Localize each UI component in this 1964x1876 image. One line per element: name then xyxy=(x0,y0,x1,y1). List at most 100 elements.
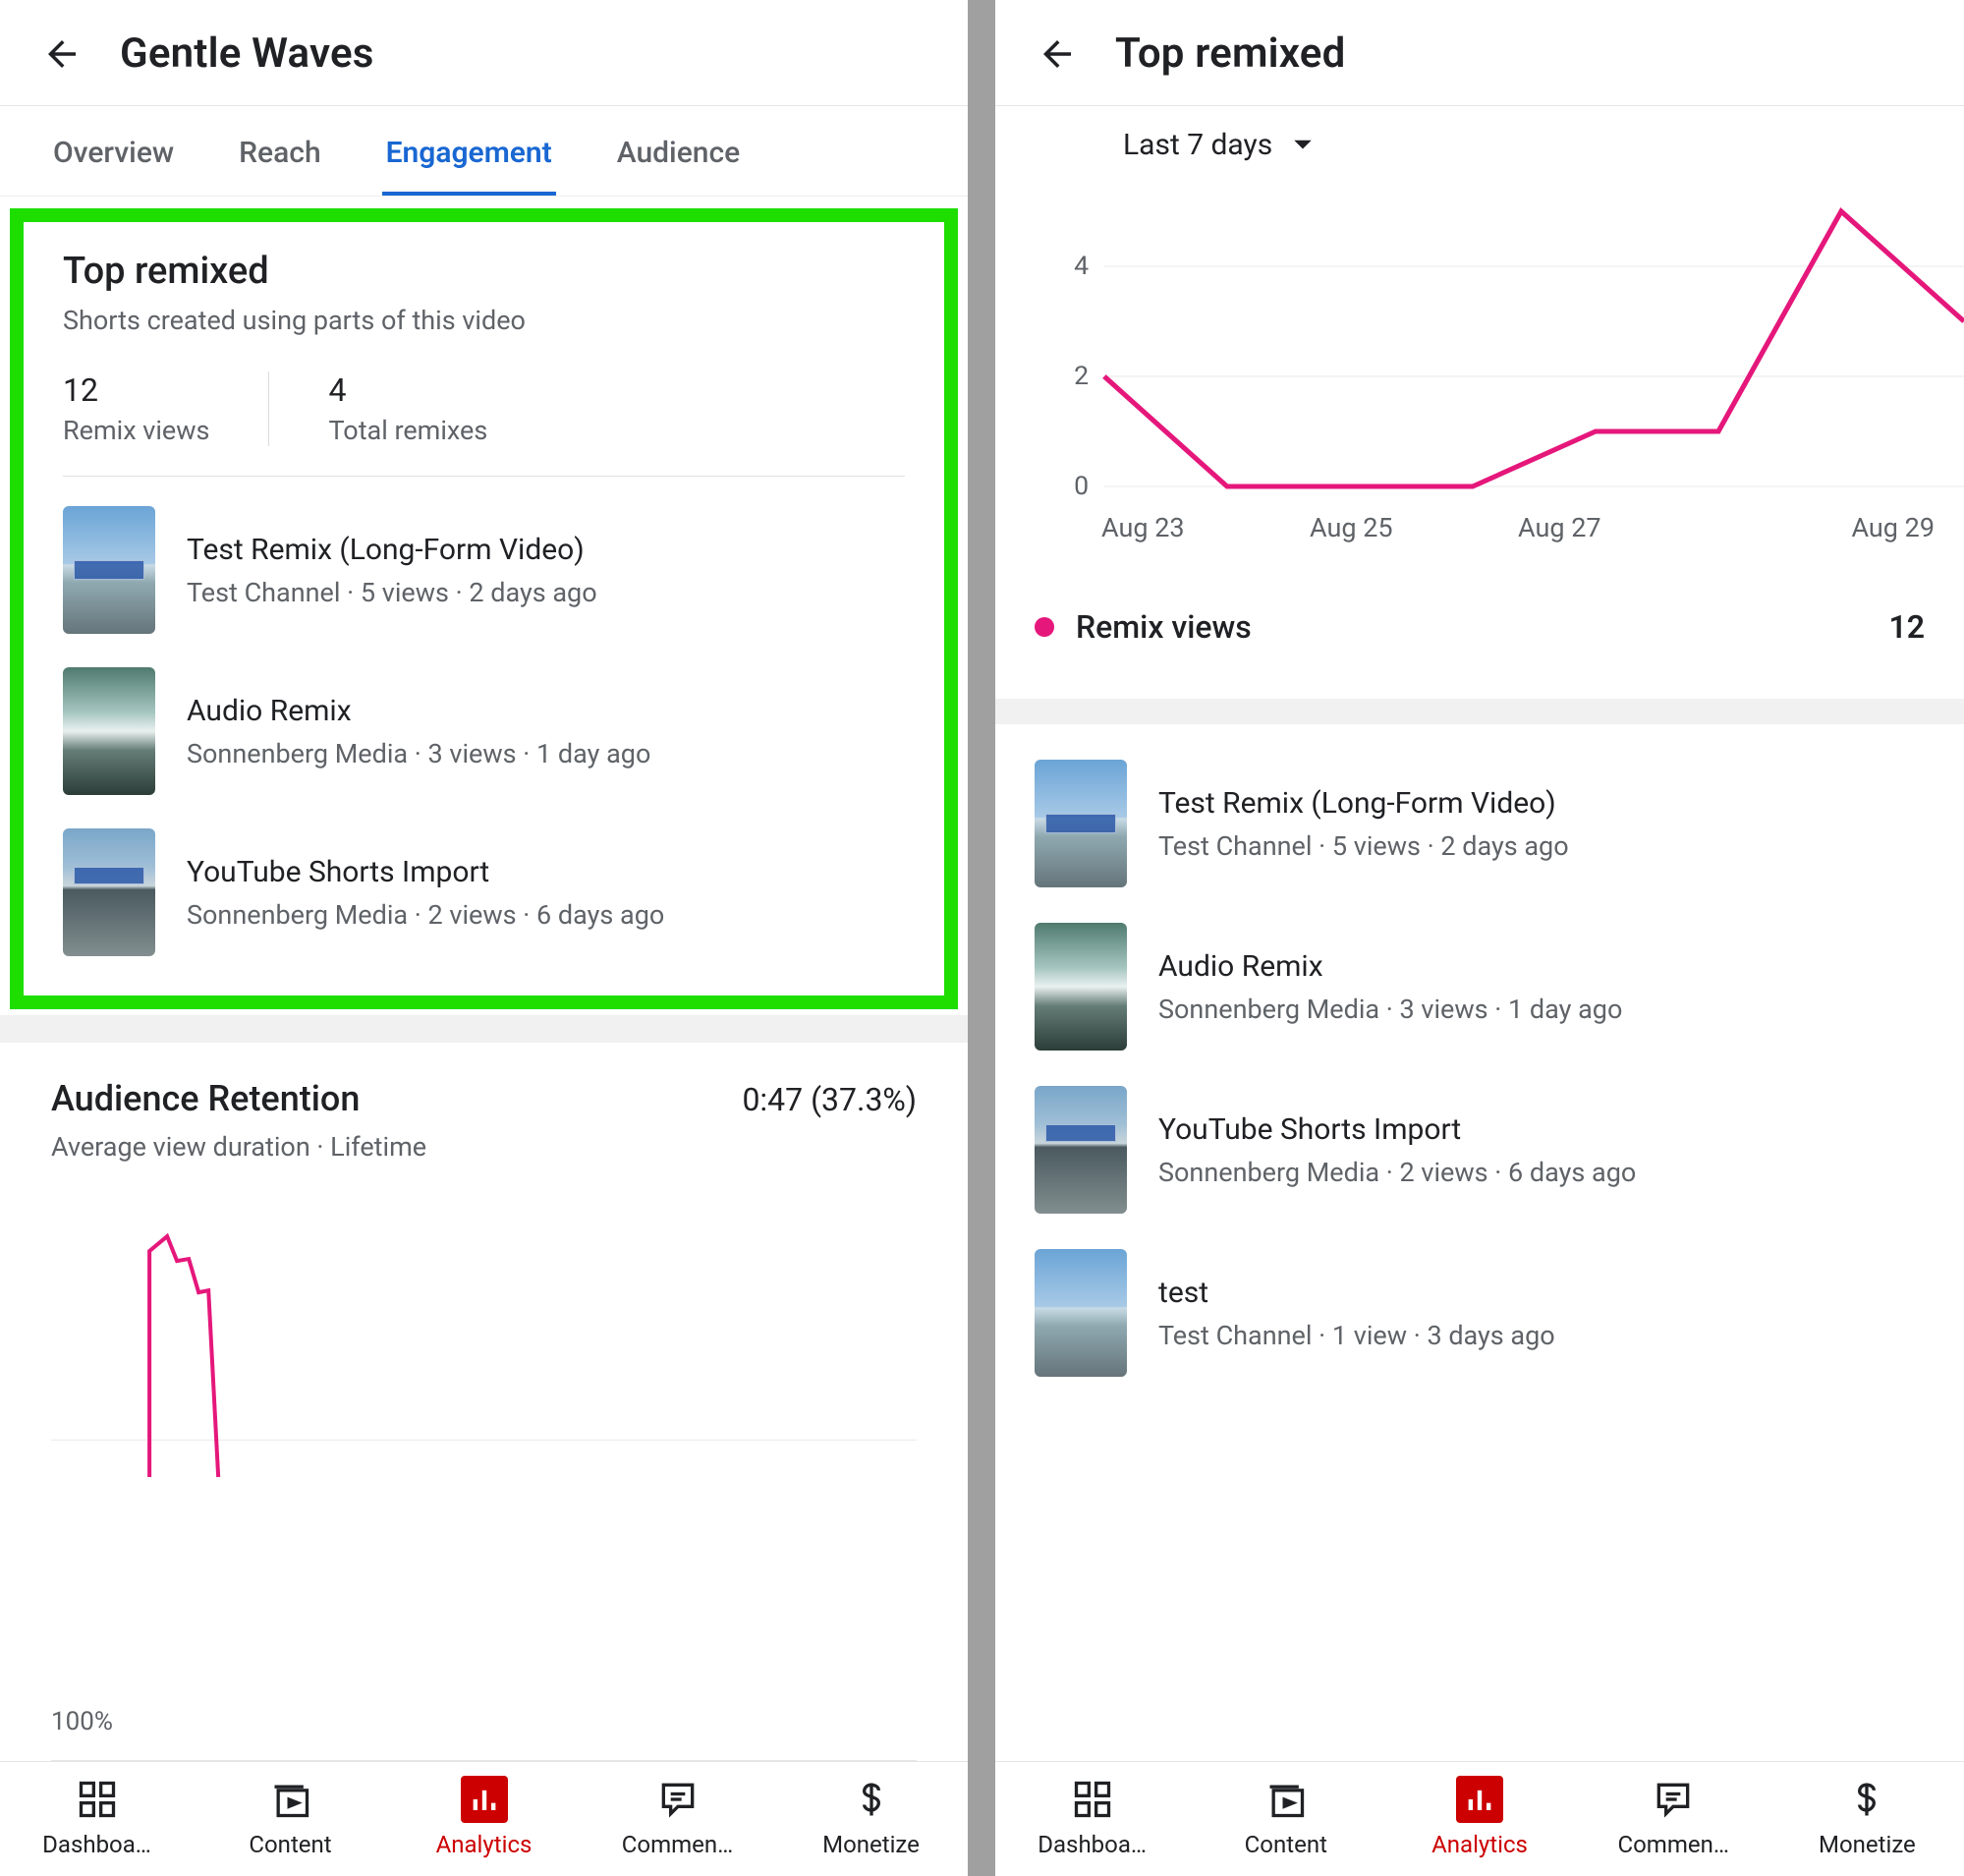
retention-chart: 100% xyxy=(51,1182,917,1761)
dashboard-icon xyxy=(74,1776,121,1823)
list-item[interactable]: YouTube Shorts Import Sonnenberg Media ·… xyxy=(63,828,905,956)
legend-dot-icon xyxy=(1035,617,1054,637)
engagement-panel: Gentle Waves Overview Reach Engagement A… xyxy=(0,0,968,1876)
legend-label: Remix views xyxy=(1076,608,1888,646)
remix-list: Test Remix (Long-Form Video) Test Channe… xyxy=(995,724,1964,1761)
x-axis-ticks: Aug 23 Aug 25 Aug 27 Aug 29 xyxy=(995,506,1964,543)
app-header: Top remixed xyxy=(995,0,1964,106)
nav-analytics[interactable]: Analytics xyxy=(387,1762,581,1876)
svg-text:0: 0 xyxy=(1074,472,1089,501)
monetize-icon xyxy=(1843,1776,1890,1823)
nav-analytics[interactable]: Analytics xyxy=(1382,1762,1576,1876)
app-header: Gentle Waves xyxy=(0,0,968,106)
thumbnail xyxy=(63,667,155,795)
panel-separator xyxy=(968,0,995,1876)
audience-retention-card: Audience Retention 0:47 (37.3%) Average … xyxy=(0,1043,968,1761)
nav-comments[interactable]: Commen… xyxy=(581,1762,774,1876)
list-item-title: Audio Remix xyxy=(187,694,650,728)
stat-divider xyxy=(268,371,269,446)
list-item-title: Audio Remix xyxy=(1158,949,1622,984)
nav-comments[interactable]: Commen… xyxy=(1577,1762,1770,1876)
list-item-meta: Test Channel · 5 views · 2 days ago xyxy=(1158,830,1569,862)
nav-label: Monetize xyxy=(1819,1831,1916,1858)
nav-label: Content xyxy=(249,1831,331,1858)
list-item[interactable]: Test Remix (Long-Form Video) Test Channe… xyxy=(1035,760,1925,887)
page-title: Gentle Waves xyxy=(120,29,374,78)
nav-label: Analytics xyxy=(436,1831,533,1858)
tab-reach[interactable]: Reach xyxy=(235,106,324,196)
top-remixed-card: Top remixed Shorts created using parts o… xyxy=(10,208,958,1009)
card-subtitle: Shorts created using parts of this video xyxy=(63,305,905,336)
nav-monetize[interactable]: Monetize xyxy=(1770,1762,1964,1876)
list-item-info: YouTube Shorts Import Sonnenberg Media ·… xyxy=(1158,1112,1636,1188)
y-axis-label: 100% xyxy=(51,1707,113,1736)
nav-label: Content xyxy=(1245,1831,1327,1858)
list-item[interactable]: Test Remix (Long-Form Video) Test Channe… xyxy=(63,506,905,634)
analytics-icon xyxy=(461,1776,508,1823)
list-item[interactable]: Audio Remix Sonnenberg Media · 3 views ·… xyxy=(1035,923,1925,1051)
thumbnail xyxy=(63,828,155,956)
page-title: Top remixed xyxy=(1115,29,1345,78)
list-item-title: YouTube Shorts Import xyxy=(187,855,664,889)
list-item-meta: Sonnenberg Media · 3 views · 1 day ago xyxy=(187,738,650,769)
list-item-info: Test Remix (Long-Form Video) Test Channe… xyxy=(1158,786,1569,862)
nav-dashboard[interactable]: Dashboa… xyxy=(995,1762,1189,1876)
list-item[interactable]: test Test Channel · 1 view · 3 days ago xyxy=(1035,1249,1925,1377)
nav-content[interactable]: Content xyxy=(194,1762,387,1876)
nav-dashboard[interactable]: Dashboa… xyxy=(0,1762,194,1876)
list-item-meta: Test Channel · 1 view · 3 days ago xyxy=(1158,1320,1555,1351)
nav-label: Commen… xyxy=(622,1831,733,1858)
content-icon xyxy=(267,1776,314,1823)
bottom-nav: Dashboa… Content Analytics Commen… Monet… xyxy=(995,1761,1964,1876)
nav-content[interactable]: Content xyxy=(1189,1762,1382,1876)
list-item[interactable]: YouTube Shorts Import Sonnenberg Media ·… xyxy=(1035,1086,1925,1214)
retention-subtitle: Average view duration · Lifetime xyxy=(51,1131,917,1163)
tab-engagement[interactable]: Engagement xyxy=(382,106,556,196)
list-item[interactable]: Audio Remix Sonnenberg Media · 3 views ·… xyxy=(63,667,905,795)
list-item-info: Audio Remix Sonnenberg Media · 3 views ·… xyxy=(1158,949,1622,1025)
tab-audience[interactable]: Audience xyxy=(613,106,744,196)
thumbnail xyxy=(1035,923,1127,1051)
list-item-info: test Test Channel · 1 view · 3 days ago xyxy=(1158,1276,1555,1351)
back-button[interactable] xyxy=(41,33,83,75)
x-tick: Aug 27 xyxy=(1518,512,1726,543)
retention-title: Audience Retention xyxy=(51,1078,360,1119)
list-item-meta: Sonnenberg Media · 3 views · 1 day ago xyxy=(1158,994,1622,1025)
dashboard-icon xyxy=(1069,1776,1116,1823)
card-title: Top remixed xyxy=(63,250,905,293)
svg-text:2: 2 xyxy=(1074,362,1089,391)
nav-monetize[interactable]: Monetize xyxy=(774,1762,968,1876)
stat-label: Remix views xyxy=(63,415,209,446)
remix-list: Test Remix (Long-Form Video) Test Channe… xyxy=(63,506,905,956)
back-arrow-icon xyxy=(41,33,83,75)
thumbnail xyxy=(1035,760,1127,887)
legend-value: 12 xyxy=(1888,608,1925,646)
section-gap xyxy=(0,1015,968,1043)
date-range-label: Last 7 days xyxy=(1123,128,1272,162)
list-item-meta: Sonnenberg Media · 2 views · 6 days ago xyxy=(1158,1157,1636,1188)
stat-total-remixes: 4 Total remixes xyxy=(328,371,546,446)
stat-label: Total remixes xyxy=(328,415,487,446)
content-icon xyxy=(1263,1776,1310,1823)
nav-label: Analytics xyxy=(1431,1831,1528,1858)
date-range-dropdown[interactable]: Last 7 days xyxy=(995,106,1964,186)
chevron-down-icon xyxy=(1292,139,1314,152)
x-tick: Aug 25 xyxy=(1310,512,1518,543)
stat-value: 12 xyxy=(63,371,209,409)
chart-legend: Remix views 12 xyxy=(1035,608,1925,671)
x-tick: Aug 29 xyxy=(1726,512,1964,543)
thumbnail xyxy=(1035,1086,1127,1214)
back-arrow-icon xyxy=(1037,33,1078,75)
nav-label: Monetize xyxy=(822,1831,920,1858)
divider xyxy=(63,476,905,477)
analytics-tabs: Overview Reach Engagement Audience xyxy=(0,106,968,197)
top-remixed-detail-panel: Top remixed Last 7 days 0 2 4 Aug 23 Aug xyxy=(995,0,1964,1876)
thumbnail xyxy=(1035,1249,1127,1377)
tab-overview[interactable]: Overview xyxy=(49,106,178,196)
svg-text:4: 4 xyxy=(1074,252,1089,281)
analytics-icon xyxy=(1456,1776,1503,1823)
back-button[interactable] xyxy=(1037,33,1078,75)
retention-value: 0:47 (37.3%) xyxy=(742,1081,917,1118)
list-item-title: Test Remix (Long-Form Video) xyxy=(1158,786,1569,821)
comments-icon xyxy=(1650,1776,1697,1823)
